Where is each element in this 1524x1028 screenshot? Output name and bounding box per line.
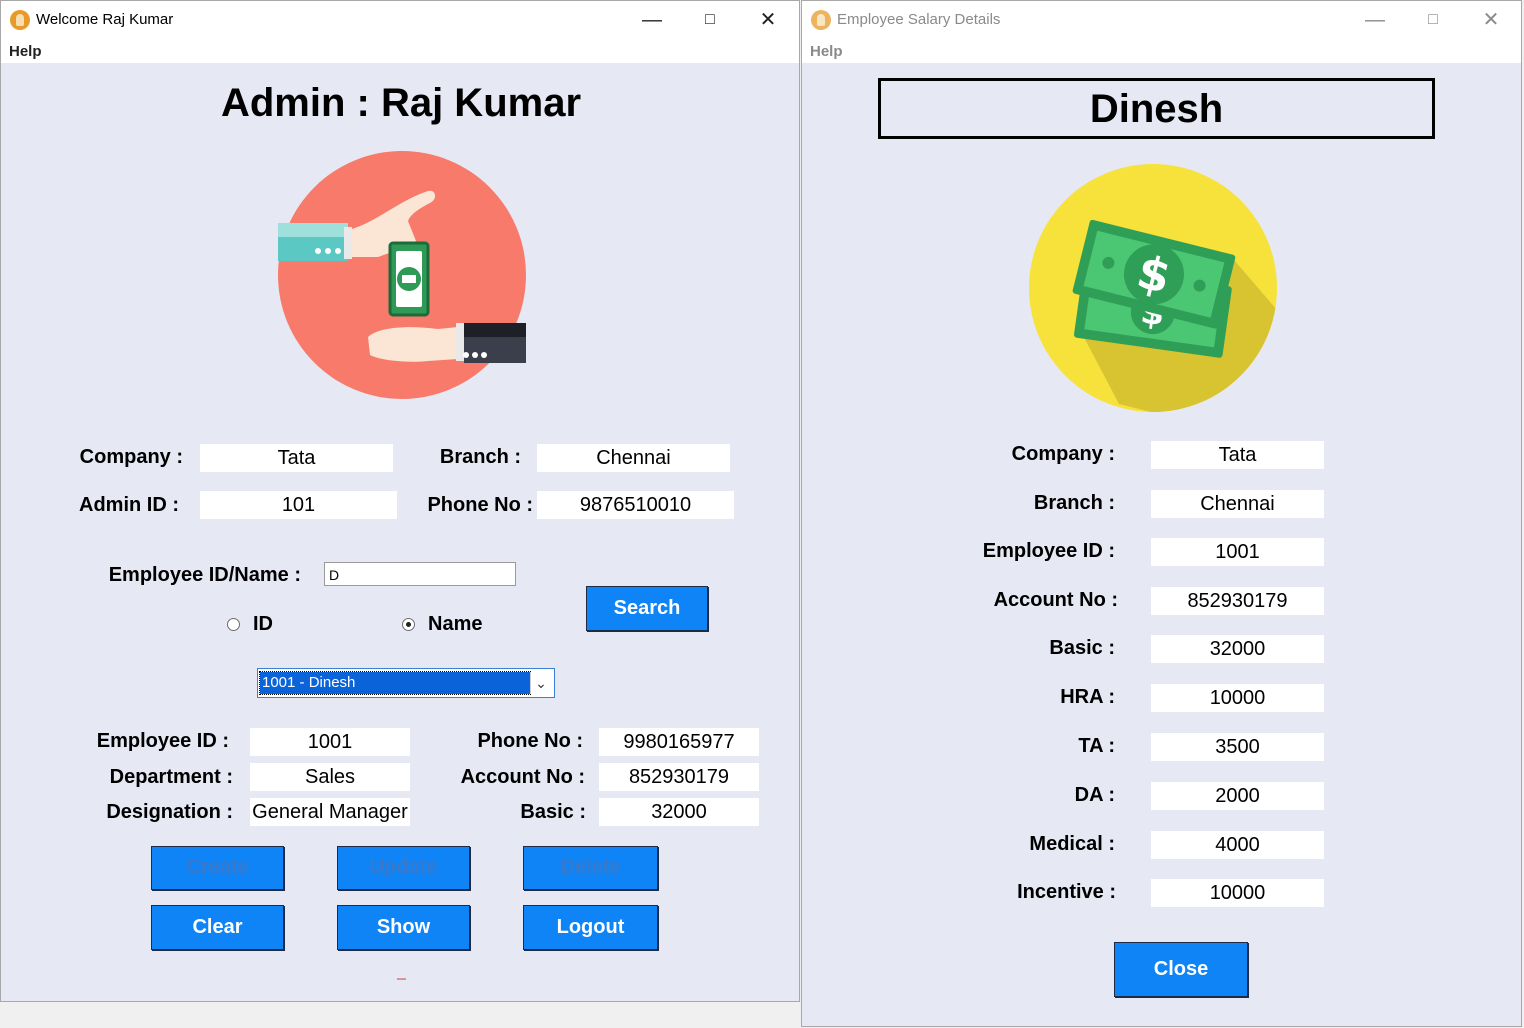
account-no-label: Account No : — [460, 766, 585, 788]
branch-label: Branch : — [439, 446, 521, 468]
phone-field[interactable]: 9876510010 — [537, 491, 734, 519]
create-button[interactable]: Create — [151, 846, 284, 890]
update-button[interactable]: Update — [337, 846, 470, 890]
salary-label-branch: Branch : — [1033, 492, 1115, 514]
salary-label-da: DA : — [1074, 784, 1115, 806]
salary-label-incentive: Incentive : — [1017, 881, 1116, 903]
clear-button[interactable]: Clear — [151, 905, 284, 950]
salary-titlebar[interactable]: Employee Salary Details — □ ✕ — [802, 1, 1521, 39]
menu-bar: Help — [1, 39, 799, 63]
salary-label-employee-id: Employee ID : — [982, 540, 1115, 562]
radio-name-label: Name — [428, 613, 483, 635]
salary-field-incentive[interactable]: 10000 — [1151, 879, 1324, 907]
admin-window: Welcome Raj Kumar — □ ✕ Help Admin : Raj… — [0, 0, 800, 1002]
salary-field-employee-id[interactable]: 1001 — [1151, 538, 1324, 566]
salary-label-company: Company : — [1011, 443, 1115, 465]
salary-label-hra: HRA : — [1060, 686, 1115, 708]
admin-id-field[interactable]: 101 — [200, 491, 397, 519]
branch-field[interactable]: Chennai — [537, 444, 730, 472]
account-no-field[interactable]: 852930179 — [599, 763, 759, 791]
basic-label: Basic : — [520, 801, 586, 823]
minimize-icon[interactable]: — — [629, 7, 675, 33]
salary-label-account-no: Account No : — [993, 589, 1118, 611]
salary-field-ta[interactable]: 3500 — [1151, 733, 1324, 761]
employee-phone-field[interactable]: 9980165977 — [599, 728, 759, 756]
salary-field-company[interactable]: Tata — [1151, 441, 1324, 469]
designation-label: Designation : — [106, 801, 233, 823]
minimize-icon[interactable]: — — [1352, 7, 1398, 33]
window-title: Welcome Raj Kumar — [36, 11, 174, 28]
radio-id-label: ID — [253, 613, 273, 635]
salary-field-da[interactable]: 2000 — [1151, 782, 1324, 810]
app-icon — [10, 10, 30, 30]
salary-window: Employee Salary Details — □ ✕ Help Dines… — [801, 0, 1522, 1027]
salary-label-medical: Medical : — [1029, 833, 1115, 855]
company-label: Company : — [79, 446, 183, 468]
radio-name[interactable] — [402, 618, 415, 631]
chevron-down-icon[interactable]: ⌄ — [530, 672, 551, 694]
salary-field-medical[interactable]: 4000 — [1151, 831, 1324, 859]
salary-field-hra[interactable]: 10000 — [1151, 684, 1324, 712]
basic-field[interactable]: 32000 — [599, 798, 759, 826]
search-label: Employee ID/Name : — [108, 564, 301, 586]
search-button[interactable]: Search — [586, 586, 708, 631]
employee-phone-label: Phone No : — [477, 730, 583, 752]
maximize-icon[interactable]: □ — [687, 7, 733, 33]
radio-id[interactable] — [227, 618, 240, 631]
admin-id-label: Admin ID : — [79, 494, 179, 516]
salary-label-ta: TA : — [1078, 735, 1115, 757]
salary-field-account-no[interactable]: 852930179 — [1151, 587, 1324, 615]
dollar-bills-icon: $ $ — [1029, 164, 1277, 412]
show-button[interactable]: Show — [337, 905, 470, 950]
department-field[interactable]: Sales — [250, 763, 410, 791]
close-icon[interactable]: ✕ — [745, 7, 791, 33]
delete-button[interactable]: Delete — [523, 846, 658, 890]
close-button[interactable]: Close — [1114, 942, 1248, 997]
money-handover-icon — [278, 151, 526, 399]
department-label: Department : — [109, 766, 233, 788]
status-text: --- — [396, 971, 407, 985]
menu-bar: Help — [802, 39, 1521, 63]
maximize-icon[interactable]: □ — [1410, 7, 1456, 33]
admin-titlebar[interactable]: Welcome Raj Kumar — □ ✕ — [1, 1, 799, 39]
company-field[interactable]: Tata — [200, 444, 393, 472]
close-icon[interactable]: ✕ — [1468, 7, 1514, 33]
menu-help[interactable]: Help — [9, 43, 42, 60]
salary-field-basic[interactable]: 32000 — [1151, 635, 1324, 663]
employee-name: Dinesh — [1089, 87, 1224, 131]
employee-dropdown[interactable]: 1001 - Dinesh ⌄ — [257, 668, 555, 698]
app-icon — [811, 10, 831, 30]
search-input[interactable]: D — [324, 562, 516, 586]
employee-name-box: Dinesh — [878, 78, 1435, 139]
employee-id-field[interactable]: 1001 — [250, 728, 410, 756]
designation-field[interactable]: General Manager — [250, 798, 410, 826]
salary-field-branch[interactable]: Chennai — [1151, 490, 1324, 518]
employee-id-label: Employee ID : — [96, 730, 229, 752]
dropdown-selected: 1001 - Dinesh — [259, 671, 531, 695]
phone-label: Phone No : — [427, 494, 533, 516]
logout-button[interactable]: Logout — [523, 905, 658, 950]
salary-label-basic: Basic : — [1049, 637, 1115, 659]
page-title: Admin : Raj Kumar — [220, 81, 582, 125]
menu-help[interactable]: Help — [810, 43, 843, 60]
window-title: Employee Salary Details — [837, 11, 1001, 28]
